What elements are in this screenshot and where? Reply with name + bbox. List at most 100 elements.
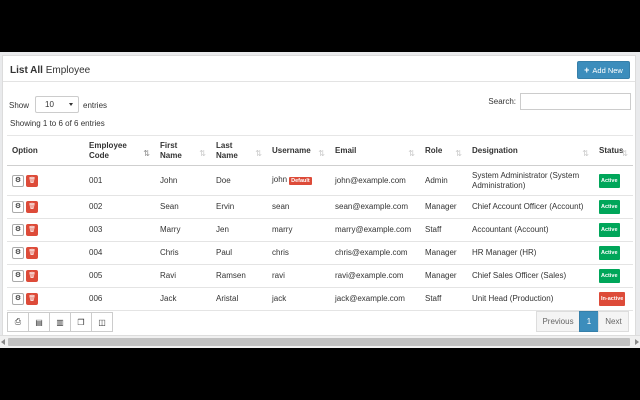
delete-button[interactable]: 🗑 xyxy=(26,293,38,305)
view-button[interactable]: ⚙ xyxy=(12,293,24,305)
view-button[interactable]: ⚙ xyxy=(12,270,24,282)
table-row: ⚙ 🗑 003 Marry Jen marry marry@example.com… xyxy=(7,218,633,242)
cell-username: chris xyxy=(267,241,330,265)
sort-icon: ⇅ xyxy=(199,149,206,158)
entries-label: entries xyxy=(83,101,108,110)
table-row: ⚙ 🗑 004 Chris Paul chris chris@example.co… xyxy=(7,241,633,265)
previous-button[interactable]: Previous xyxy=(536,311,580,332)
col-employee-code[interactable]: Employee Code ⇅ xyxy=(84,135,155,166)
delete-button[interactable]: 🗑 xyxy=(26,201,38,213)
col-designation[interactable]: Designation ⇅ xyxy=(467,135,594,166)
col-first-name[interactable]: First Name ⇅ xyxy=(155,135,211,166)
table-body: ⚙ 🗑 001 John Doe john Default john@example… xyxy=(7,165,633,311)
print-button[interactable]: ⎙ xyxy=(7,312,29,332)
col-employee-code-l2: Code xyxy=(89,150,109,160)
show-label: Show xyxy=(9,101,30,110)
col-option-label: Option xyxy=(12,145,38,155)
horizontal-scrollbar[interactable] xyxy=(0,335,640,348)
pdf-button[interactable]: ▥ xyxy=(49,312,71,332)
option-cell: ⚙ 🗑 xyxy=(7,165,84,196)
delete-button[interactable]: 🗑 xyxy=(26,270,38,282)
col-status[interactable]: Status ⇅ xyxy=(594,135,633,166)
add-new-button[interactable]: + Add New xyxy=(577,61,630,79)
col-employee-code-l1: Employee xyxy=(89,140,127,150)
cell-designation: Accountant (Account) xyxy=(467,218,594,242)
print-icon: ⎙ xyxy=(14,317,22,326)
cell-first-name: Sean xyxy=(155,195,211,219)
table-row: ⚙ 🗑 002 Sean Ervin sean sean@example.com … xyxy=(7,195,633,219)
sort-icon: ⇅ xyxy=(318,149,325,158)
table-row: ⚙ 🗑 001 John Doe john Default john@example… xyxy=(7,165,633,196)
cell-email: sean@example.com xyxy=(330,195,420,219)
sort-icon: ⇅ xyxy=(582,149,589,158)
entries-select[interactable]: 10 xyxy=(35,96,80,113)
cell-username: jack xyxy=(267,287,330,311)
cell-designation: HR Manager (HR) xyxy=(467,241,594,265)
delete-button[interactable]: 🗑 xyxy=(26,174,38,187)
col-last-name[interactable]: Last Name ⇅ xyxy=(211,135,267,166)
col-email[interactable]: Email ⇅ xyxy=(330,135,420,166)
cell-last-name: Aristal xyxy=(211,287,267,311)
pdf-icon: ▥ xyxy=(56,317,64,327)
cell-status: Active xyxy=(594,264,633,288)
cell-code: 003 xyxy=(84,218,155,242)
copy-button[interactable]: ❐ xyxy=(70,312,92,332)
option-cell: ⚙ 🗑 xyxy=(7,195,84,219)
search-input[interactable] xyxy=(520,93,631,110)
scrollbar-thumb[interactable] xyxy=(8,338,630,346)
delete-button[interactable]: 🗑 xyxy=(26,224,38,236)
trash-icon: 🗑 xyxy=(28,250,36,256)
col-last-name-l2: Name xyxy=(216,150,238,160)
col-username-label: Username xyxy=(272,145,311,155)
col-last-name-l1: Last xyxy=(216,140,233,150)
scroll-left-icon[interactable] xyxy=(1,339,5,345)
app-frame: List All Employee + Add New Show 10 entr… xyxy=(0,52,640,348)
trash-icon: 🗑 xyxy=(28,204,36,210)
excel-icon: ▤ xyxy=(35,317,43,327)
view-button[interactable]: ⚙ xyxy=(12,224,24,236)
cell-username: sean xyxy=(267,195,330,219)
option-cell: ⚙ 🗑 xyxy=(7,218,84,242)
col-status-label: Status xyxy=(599,145,624,155)
cell-email: marry@example.com xyxy=(330,218,420,242)
cell-last-name: Jen xyxy=(211,218,267,242)
cell-email: john@example.com xyxy=(330,165,420,196)
col-designation-label: Designation xyxy=(472,145,518,155)
pagination: Previous 1 Next xyxy=(536,311,629,332)
cell-last-name: Paul xyxy=(211,241,267,265)
view-button[interactable]: ⚙ xyxy=(12,247,24,259)
excel-button[interactable]: ▤ xyxy=(28,312,50,332)
chevron-down-icon xyxy=(69,103,74,106)
employee-panel: List All Employee + Add New Show 10 entr… xyxy=(2,55,636,342)
trash-icon: 🗑 xyxy=(28,227,36,233)
cell-first-name: Marry xyxy=(155,218,211,242)
sort-asc-icon: ⇅ xyxy=(143,149,150,158)
scroll-right-icon[interactable] xyxy=(635,339,639,345)
search-label: Search: xyxy=(488,97,516,106)
cell-designation: System Administrator (System Administrat… xyxy=(467,165,594,196)
cell-code: 006 xyxy=(84,287,155,311)
cell-first-name: Chris xyxy=(155,241,211,265)
view-button[interactable]: ⚙ xyxy=(12,201,24,213)
view-button[interactable]: ⚙ xyxy=(12,174,24,187)
trash-icon: 🗑 xyxy=(28,273,36,279)
cell-code: 004 xyxy=(84,241,155,265)
delete-button[interactable]: 🗑 xyxy=(26,247,38,259)
next-button[interactable]: Next xyxy=(598,311,629,332)
col-role[interactable]: Role ⇅ xyxy=(420,135,467,166)
columns-button[interactable]: ◫ xyxy=(91,312,113,332)
cell-username: john Default xyxy=(267,165,330,196)
username-text: john xyxy=(272,175,288,184)
search-area: Search: xyxy=(488,93,631,110)
cell-email: chris@example.com xyxy=(330,241,420,265)
cell-role: Manager xyxy=(420,264,467,288)
page-1-button[interactable]: 1 xyxy=(579,311,599,332)
entries-value: 10 xyxy=(45,100,54,109)
cell-username: marry xyxy=(267,218,330,242)
cell-status: Active xyxy=(594,165,633,196)
export-toolbar: ⎙ ▤ ▥ ❐ ◫ xyxy=(7,312,113,332)
cell-code: 002 xyxy=(84,195,155,219)
col-username[interactable]: Username ⇅ xyxy=(267,135,330,166)
page-title-bold: List All xyxy=(10,65,43,76)
add-new-label: Add New xyxy=(592,65,623,75)
